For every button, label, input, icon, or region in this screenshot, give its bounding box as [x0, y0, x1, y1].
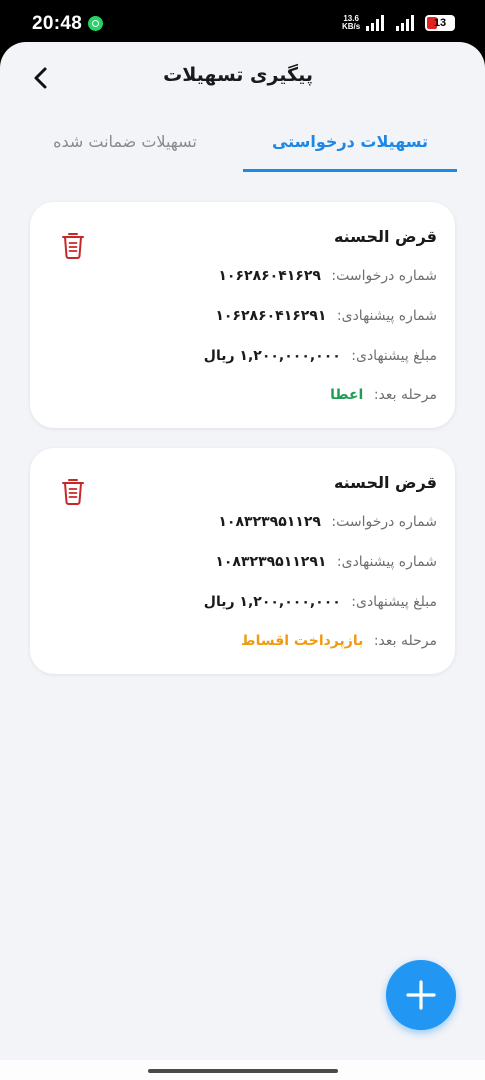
- request-number-label: شماره درخواست:: [331, 514, 437, 530]
- trash-icon[interactable]: [60, 476, 86, 506]
- proposal-number-value: ۱۰۶۲۸۶۰۴۱۶۲۹۱: [215, 308, 327, 324]
- whatsapp-notification-icon: [88, 16, 103, 31]
- battery-level: 13: [433, 17, 447, 29]
- signal-strength-icon: [366, 15, 388, 31]
- proposed-amount-value: ۱,۲۰۰,۰۰۰,۰۰۰ ریال: [203, 348, 341, 364]
- proposal-number-row: شماره پیشنهادی: ۱۰۶۲۸۶۰۴۱۶۲۹۱: [215, 308, 437, 324]
- page-title: پیگیری تسهیلات: [163, 64, 313, 86]
- trash-icon[interactable]: [60, 230, 86, 260]
- signal-strength-icon-2: [396, 15, 418, 31]
- request-number-value: ۱۰۶۲۸۶۰۴۱۶۲۹: [218, 268, 321, 284]
- tab-bar: تسهیلات درخواستی تسهیلات ضمانت شده: [0, 122, 485, 172]
- network-speed-unit: KB/s: [342, 22, 361, 31]
- app-bar: پیگیری تسهیلات: [0, 42, 485, 114]
- chevron-left-icon[interactable]: [30, 64, 52, 92]
- proposed-amount-label: مبلغ پیشنهادی:: [351, 594, 437, 610]
- card-title: قرض الحسنه: [333, 473, 437, 492]
- add-facility-button[interactable]: [386, 960, 456, 1030]
- card-title: قرض الحسنه: [333, 227, 437, 246]
- facility-card[interactable]: قرض الحسنه شماره درخواست: ۱۰۶۲۸۶۰۴۱۶۲۹ ش…: [30, 202, 455, 428]
- request-number-label: شماره درخواست:: [331, 268, 437, 284]
- next-stage-label: مرحله بعد:: [373, 633, 437, 649]
- tab-requested-facilities[interactable]: تسهیلات درخواستی: [243, 122, 457, 172]
- request-number-value: ۱۰۸۳۲۳۹۵۱۱۲۹: [218, 514, 321, 530]
- request-number-row: شماره درخواست: ۱۰۶۲۸۶۰۴۱۶۲۹: [218, 268, 437, 284]
- battery-icon: 13: [425, 15, 455, 31]
- facility-card[interactable]: قرض الحسنه شماره درخواست: ۱۰۸۳۲۳۹۵۱۱۲۹ ش…: [30, 448, 455, 674]
- proposal-number-row: شماره پیشنهادی: ۱۰۸۳۲۳۹۵۱۱۲۹۱: [215, 554, 437, 570]
- next-stage-label: مرحله بعد:: [373, 387, 437, 403]
- proposal-number-label: شماره پیشنهادی:: [336, 308, 437, 324]
- next-stage-value: بازپرداخت اقساط: [241, 633, 364, 649]
- status-bar: 20:48 13.6 KB/s 13: [0, 0, 485, 46]
- proposal-number-value: ۱۰۸۳۲۳۹۵۱۱۲۹۱: [215, 554, 327, 570]
- proposed-amount-label: مبلغ پیشنهادی:: [351, 348, 437, 364]
- next-stage-row: مرحله بعد: بازپرداخت اقساط: [241, 633, 437, 649]
- network-speed: 13.6 KB/s: [342, 15, 360, 31]
- proposal-number-label: شماره پیشنهادی:: [336, 554, 437, 570]
- app-screen: پیگیری تسهیلات تسهیلات درخواستی تسهیلات …: [0, 42, 485, 1080]
- plus-icon: [406, 980, 436, 1010]
- proposed-amount-row: مبلغ پیشنهادی: ۱,۲۰۰,۰۰۰,۰۰۰ ریال: [204, 594, 437, 610]
- next-stage-value: اعطا: [330, 387, 364, 403]
- home-indicator[interactable]: [148, 1069, 338, 1073]
- tab-guaranteed-facilities[interactable]: تسهیلات ضمانت شده: [30, 122, 220, 172]
- request-number-row: شماره درخواست: ۱۰۸۳۲۳۹۵۱۱۲۹: [218, 514, 437, 530]
- next-stage-row: مرحله بعد: اعطا: [330, 387, 437, 403]
- proposed-amount-row: مبلغ پیشنهادی: ۱,۲۰۰,۰۰۰,۰۰۰ ریال: [204, 348, 437, 364]
- proposed-amount-value: ۱,۲۰۰,۰۰۰,۰۰۰ ریال: [203, 594, 341, 610]
- status-time: 20:48: [32, 13, 83, 34]
